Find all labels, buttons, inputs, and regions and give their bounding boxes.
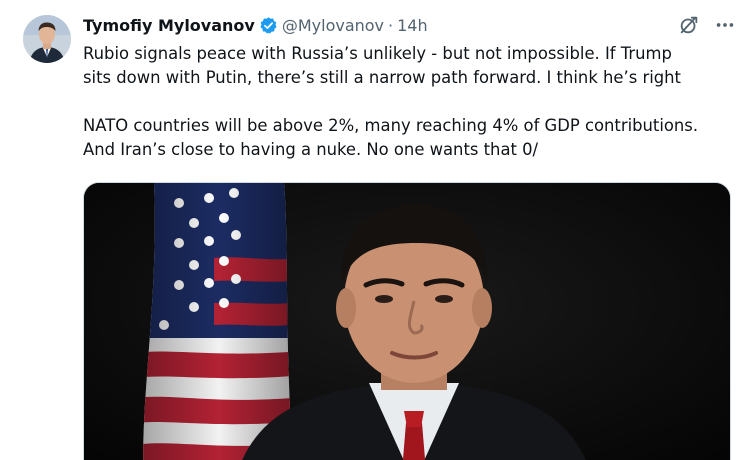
tweet-header: Tymofiy Mylovanov @Mylovanov · 14h: [83, 14, 428, 36]
author-avatar[interactable]: [23, 15, 71, 63]
tweet-timestamp[interactable]: 14h: [397, 16, 428, 35]
tweet-video-media[interactable]: [83, 182, 731, 460]
tweet-text-line: Rubio signals peace with Russia’s unlike…: [83, 44, 672, 63]
author-handle[interactable]: @Mylovanov: [282, 16, 384, 35]
video-thumbnail-icon: [84, 183, 730, 460]
tweet-text-line: And Iran’s close to having a nuke. No on…: [83, 140, 539, 159]
tweet-text-line: NATO countries will be above 2%, many re…: [83, 116, 699, 135]
grok-icon[interactable]: [678, 14, 700, 36]
tweet-top-actions: [678, 14, 736, 36]
tweet-text-line: sits down with Putin, there’s still a na…: [83, 68, 681, 87]
tweet-card[interactable]: Tymofiy Mylovanov @Mylovanov · 14h Rubio…: [0, 0, 756, 460]
tweet-text: Rubio signals peace with Russia’s unlike…: [83, 42, 743, 162]
author-display-name[interactable]: Tymofiy Mylovanov: [83, 16, 255, 35]
verified-badge-icon[interactable]: [259, 16, 278, 35]
more-options-icon[interactable]: [714, 14, 736, 36]
separator-dot: ·: [388, 15, 394, 35]
avatar-image-icon: [23, 15, 71, 63]
